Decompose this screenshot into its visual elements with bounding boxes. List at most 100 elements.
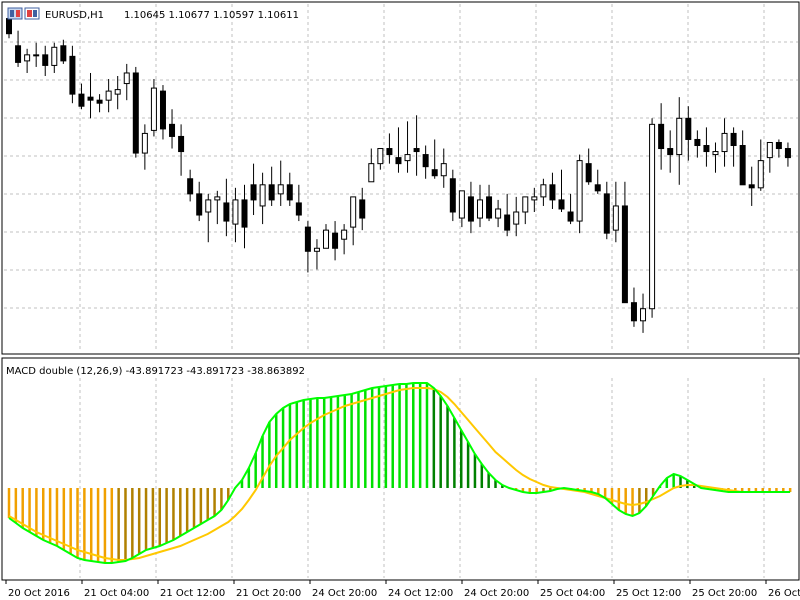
candle-bull xyxy=(350,196,357,228)
candle-bear xyxy=(621,205,628,304)
candle-bear xyxy=(286,184,293,201)
candle-bear xyxy=(42,54,49,66)
candle-bear xyxy=(78,93,85,107)
candle-bull xyxy=(150,87,157,131)
candle-bear xyxy=(132,72,139,154)
candle-bull xyxy=(522,196,529,213)
window-icon[interactable] xyxy=(24,7,40,20)
x-tick-label: 21 Oct 12:00 xyxy=(160,588,225,599)
candle-bull xyxy=(214,196,221,201)
candle-bear xyxy=(295,202,302,216)
candle-bull xyxy=(576,160,583,222)
candle-bear xyxy=(467,196,474,222)
candle-bear xyxy=(558,199,565,210)
candle-bear xyxy=(603,193,610,234)
macd-label: MACD double (12,26,9) -43.891723 -43.891… xyxy=(6,366,305,377)
candle-bull xyxy=(141,132,148,154)
candle-bear xyxy=(15,45,22,63)
x-tick-label: 24 Oct 20:00 xyxy=(464,588,529,599)
candle-bear xyxy=(748,184,755,189)
candle-bear xyxy=(694,138,701,147)
candle-bull xyxy=(323,229,330,249)
candle-bull xyxy=(404,154,411,162)
candle-bear xyxy=(549,184,556,201)
candle-bull xyxy=(377,148,384,165)
x-tick-label: 25 Oct 12:00 xyxy=(616,588,681,599)
candle-bear xyxy=(784,148,791,159)
candle-bull xyxy=(766,141,773,159)
candle-bear xyxy=(386,148,393,156)
candle-bull xyxy=(105,90,112,101)
x-tick-label: 25 Oct 20:00 xyxy=(692,588,757,599)
x-tick-label: 24 Oct 12:00 xyxy=(388,588,453,599)
candle-bear xyxy=(422,154,429,168)
candle-bull xyxy=(114,89,121,95)
candle-bull xyxy=(721,132,728,153)
candle-bull xyxy=(495,208,502,219)
x-tick-label: 26 Oct 0 xyxy=(768,588,800,599)
candle-bull xyxy=(458,190,465,219)
candle-bear xyxy=(567,211,574,222)
candle-bull xyxy=(368,163,375,183)
candle-bull xyxy=(277,184,284,195)
chart-symbol: EURUSD,H1 xyxy=(45,10,104,21)
candle-bear xyxy=(413,148,420,153)
x-tick-label: 25 Oct 04:00 xyxy=(540,588,605,599)
x-tick-label: 20 Oct 2016 xyxy=(8,588,70,599)
candle-bull xyxy=(476,199,483,219)
candle-bear xyxy=(196,193,203,216)
candle-bear xyxy=(178,135,185,153)
candle-bull xyxy=(676,117,683,156)
candle-bull xyxy=(513,211,520,225)
candle-bear xyxy=(6,18,12,35)
candle-bear xyxy=(159,90,166,130)
candle-bear xyxy=(775,141,782,150)
candle-bear xyxy=(60,45,67,62)
candle-bear xyxy=(187,178,194,195)
candle-bull xyxy=(24,54,31,62)
candle-bear xyxy=(585,163,592,183)
candle-bear xyxy=(169,123,176,137)
candle-bear xyxy=(504,214,511,231)
x-tick-label: 21 Oct 04:00 xyxy=(84,588,149,599)
candle-bear xyxy=(268,184,275,201)
candle-bull xyxy=(341,229,348,240)
x-tick-label: 24 Oct 20:00 xyxy=(312,588,377,599)
candle-bull xyxy=(712,151,719,156)
candle-bull xyxy=(757,160,764,189)
candle-bear xyxy=(223,202,230,222)
candle-bull xyxy=(205,199,212,213)
candle-bull xyxy=(33,54,40,57)
candle-bear xyxy=(332,232,339,249)
candle-bear xyxy=(359,199,366,219)
candle-bull xyxy=(51,46,58,66)
candle-bear xyxy=(250,184,257,201)
candle-bear xyxy=(241,199,248,228)
candle-bull xyxy=(123,72,130,85)
candle-bull xyxy=(531,196,538,201)
candle-bull xyxy=(640,308,647,322)
candle-bear xyxy=(730,132,737,147)
candle-bull xyxy=(313,247,320,252)
candle-bear xyxy=(594,184,601,192)
candle-bear xyxy=(703,145,710,153)
symbol-icon[interactable] xyxy=(7,7,23,20)
candle-bull xyxy=(612,205,619,231)
candle-bear xyxy=(486,196,493,219)
candle-bear xyxy=(739,145,746,186)
candle-bull xyxy=(440,163,447,177)
candle-bear xyxy=(87,96,94,101)
candle-bull xyxy=(259,184,266,207)
candle-bear xyxy=(304,226,311,252)
candle-bear xyxy=(69,55,76,95)
candle-bear xyxy=(431,169,438,177)
candle-bear xyxy=(630,302,637,322)
chart-root: EURUSD,H1 1.10645 1.10677 1.10597 1.1061… xyxy=(0,0,800,600)
x-tick-label: 21 Oct 20:00 xyxy=(236,588,301,599)
candle-bull xyxy=(649,123,656,310)
candle-bear xyxy=(685,117,692,140)
candle-bull xyxy=(540,184,547,198)
candle-bear xyxy=(658,123,665,150)
candle-bear xyxy=(96,99,103,104)
candle-bear xyxy=(395,157,402,165)
